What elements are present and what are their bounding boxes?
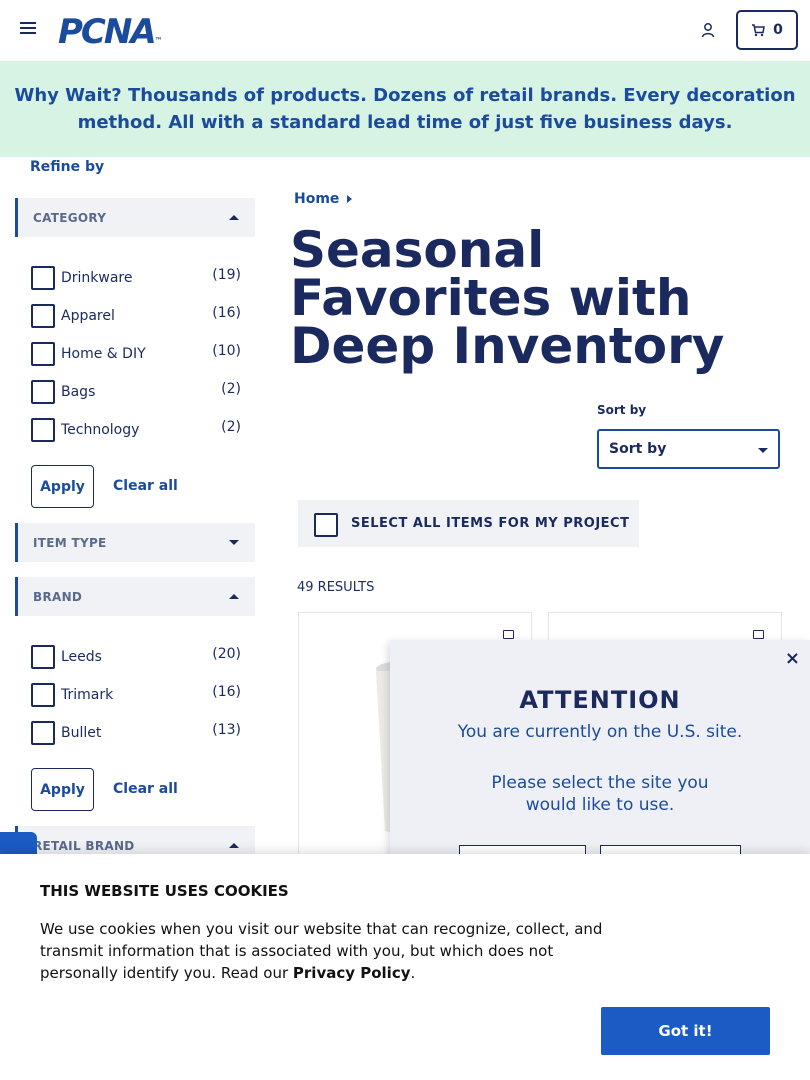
cookie-text: We use cookies when you visit our websit… [40, 918, 610, 984]
brand-clear-all-link[interactable]: Clear all [113, 781, 178, 797]
sort-dropdown[interactable]: Sort by [597, 429, 780, 469]
filter-option-leeds[interactable]: Leeds (20) [31, 643, 241, 669]
category-clear-all-link[interactable]: Clear all [113, 478, 178, 494]
checkbox[interactable] [31, 266, 55, 290]
popup-title: ATTENTION [519, 686, 681, 714]
filter-option-bullet[interactable]: Bullet (13) [31, 719, 241, 745]
banner-lead: Why Wait? [14, 85, 122, 106]
page-title: Seasonal Favorites with Deep Inventory [290, 221, 725, 375]
option-label: Apparel [61, 308, 115, 324]
checkbox[interactable] [31, 721, 55, 745]
results-count: 49 RESULTS [297, 580, 375, 595]
option-label: Leeds [61, 649, 102, 665]
filter-option-bags[interactable]: Bags (2) [31, 378, 241, 404]
folder-icon[interactable] [753, 630, 764, 639]
checkbox[interactable] [31, 418, 55, 442]
account-icon[interactable] [700, 22, 716, 38]
brand-apply-button[interactable]: Apply [31, 768, 94, 811]
cart-icon [752, 23, 766, 36]
popup-select-site: Please select the site you would like to… [491, 773, 709, 815]
checkbox[interactable] [31, 645, 55, 669]
caret-up-icon [229, 594, 239, 599]
site-header: PCNA™ 0 [0, 0, 810, 61]
option-count: (2) [221, 419, 241, 435]
option-count: (16) [212, 305, 241, 321]
cart-count: 0 [773, 22, 783, 38]
filter-option-home-diy[interactable]: Home & DIY (10) [31, 340, 241, 366]
facet-item-type-title: ITEM TYPE [33, 535, 107, 550]
category-apply-button[interactable]: Apply [31, 465, 94, 508]
cookie-banner: THIS WEBSITE USES COOKIES We use cookies… [0, 854, 810, 1080]
option-label: Bags [61, 384, 96, 400]
option-label: Drinkware [61, 270, 133, 286]
select-all-items[interactable]: SELECT ALL ITEMS FOR MY PROJECT [298, 500, 639, 547]
got-it-button[interactable]: Got it! [601, 1007, 770, 1055]
checkbox[interactable] [31, 304, 55, 328]
filter-option-technology[interactable]: Technology (2) [31, 416, 241, 442]
pcna-logo[interactable]: PCNA™ [58, 12, 163, 52]
close-icon[interactable]: × [785, 648, 800, 669]
option-label: Bullet [61, 725, 102, 741]
banner-text: Thousands of products. Dozens of retail … [77, 85, 796, 133]
cookie-end: . [410, 964, 416, 982]
option-label: Home & DIY [61, 346, 146, 362]
breadcrumb: Home [294, 191, 353, 207]
filter-option-apparel[interactable]: Apparel (16) [31, 302, 241, 328]
facet-category-title: CATEGORY [33, 210, 107, 225]
caret-down-icon [229, 540, 239, 545]
facet-brand-header[interactable]: BRAND [15, 577, 255, 616]
option-label: Trimark [61, 687, 114, 703]
promo-banner: Why Wait? Thousands of products. Dozens … [0, 61, 810, 157]
filter-option-trimark[interactable]: Trimark (16) [31, 681, 241, 707]
caret-down-icon [758, 448, 768, 453]
option-count: (13) [212, 722, 241, 738]
logo-tm: ™ [154, 36, 163, 45]
facet-brand-title: BRAND [33, 589, 83, 604]
privacy-policy-link[interactable]: Privacy Policy [293, 964, 411, 982]
checkbox[interactable] [31, 683, 55, 707]
logo-text: PCNA [58, 12, 157, 52]
refine-label: Refine by [30, 159, 105, 175]
option-label: Technology [61, 422, 140, 438]
select-all-label: SELECT ALL ITEMS FOR MY PROJECT [351, 516, 630, 531]
checkbox[interactable] [31, 380, 55, 404]
sort-value: Sort by [609, 441, 667, 457]
option-count: (16) [212, 684, 241, 700]
checkbox[interactable] [31, 342, 55, 366]
option-count: (20) [212, 646, 241, 662]
sort-label: Sort by [597, 403, 647, 417]
filter-option-drinkware[interactable]: Drinkware (19) [31, 264, 241, 290]
chevron-right-icon [347, 195, 353, 203]
caret-up-icon [229, 843, 239, 848]
folder-icon[interactable] [503, 630, 514, 639]
option-count: (19) [212, 267, 241, 283]
select-all-checkbox[interactable] [314, 513, 338, 537]
popup-current-site: You are currently on the U.S. site. [457, 722, 743, 742]
facet-retail-brand-title: RETAIL BRAND [33, 838, 135, 853]
facet-item-type-header[interactable]: ITEM TYPE [15, 523, 255, 562]
option-count: (10) [212, 343, 241, 359]
menu-icon[interactable] [20, 22, 36, 36]
facet-category-header[interactable]: CATEGORY [15, 198, 255, 237]
cart-button[interactable]: 0 [736, 10, 798, 50]
option-count: (2) [221, 381, 241, 397]
cookie-title: THIS WEBSITE USES COOKIES [40, 882, 289, 900]
breadcrumb-home-link[interactable]: Home [294, 191, 339, 207]
caret-up-icon [229, 215, 239, 220]
